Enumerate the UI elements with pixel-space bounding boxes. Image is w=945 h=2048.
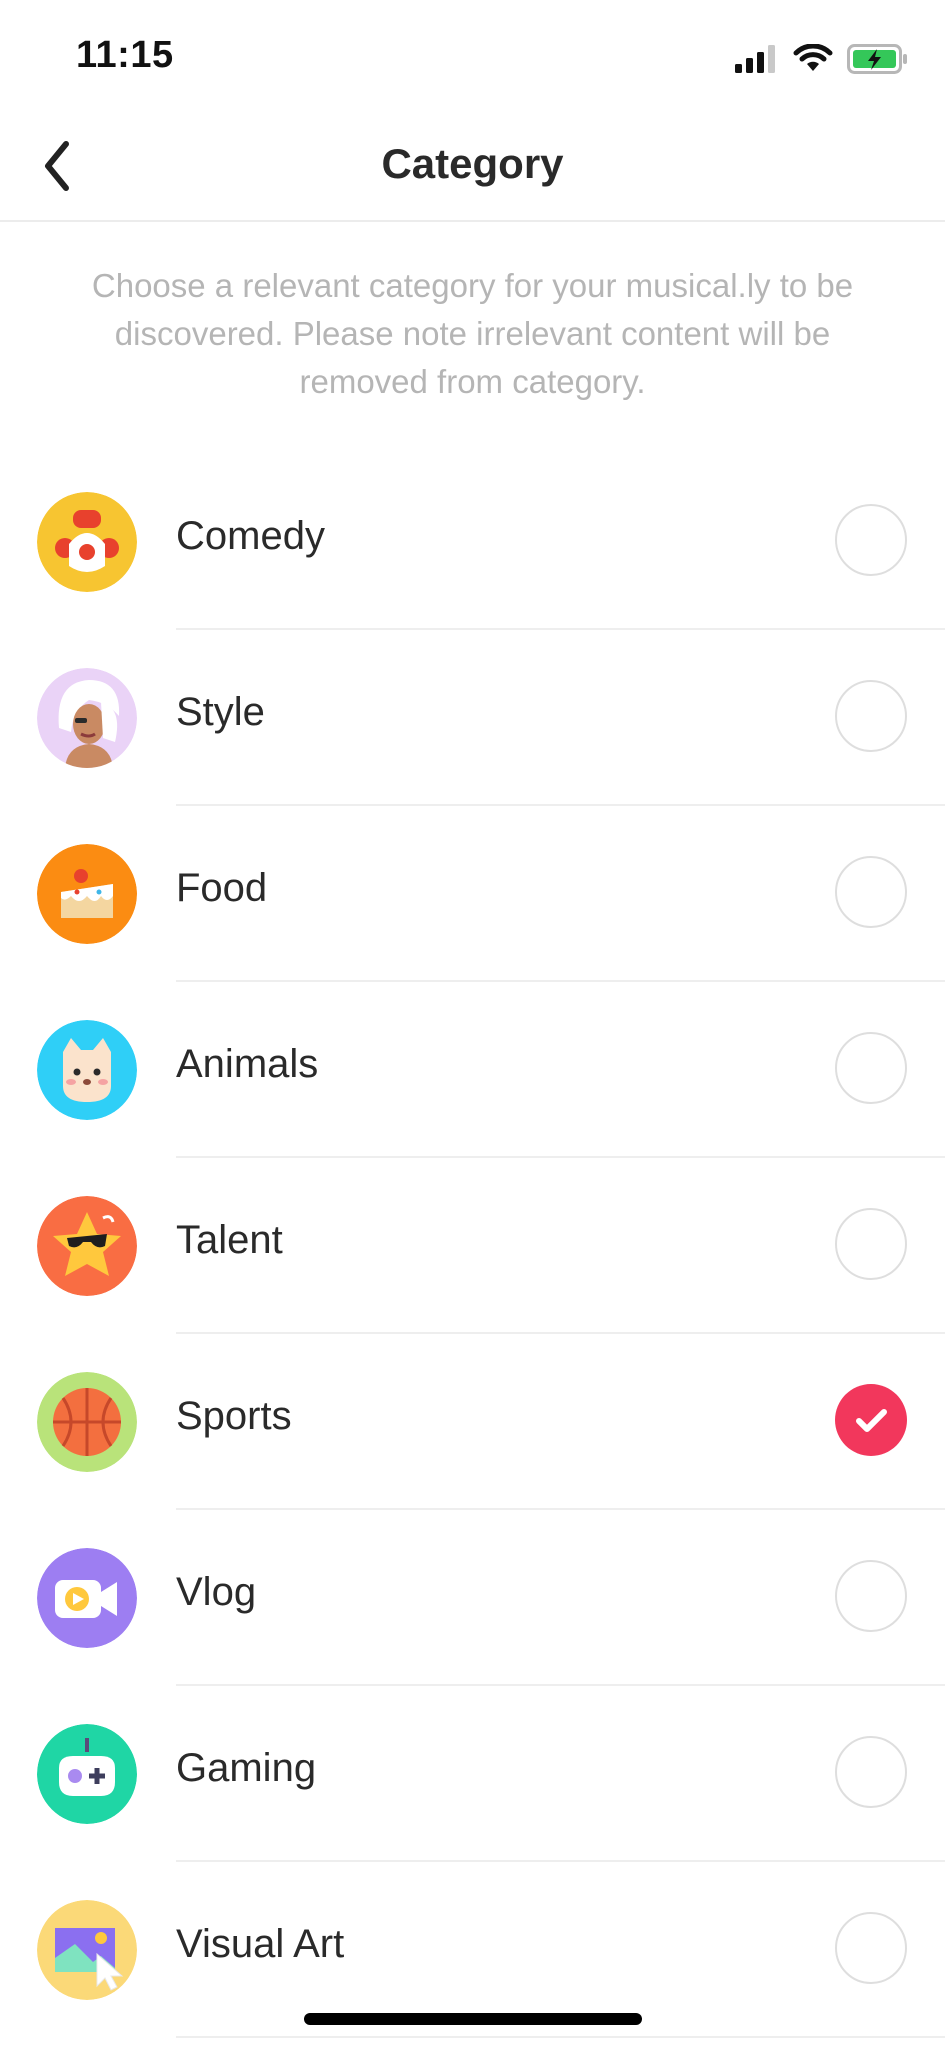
navigation-bar: Category xyxy=(0,110,945,222)
category-label: Sports xyxy=(176,1394,292,1438)
fashion-woman-icon xyxy=(37,668,137,768)
category-row-gaming[interactable]: Gaming xyxy=(0,1686,945,1862)
wifi-icon xyxy=(793,44,833,71)
category-label: Gaming xyxy=(176,1746,317,1790)
category-label: Talent xyxy=(176,1218,283,1262)
picture-cursor-icon xyxy=(37,1900,137,2000)
gamepad-icon xyxy=(37,1724,137,1824)
radio-button-selected[interactable] xyxy=(835,1384,907,1456)
radio-button[interactable] xyxy=(835,1912,907,1984)
video-camera-icon xyxy=(37,1548,137,1648)
status-time: 11:15 xyxy=(76,34,174,76)
radio-button[interactable] xyxy=(835,1208,907,1280)
category-label: Food xyxy=(176,866,268,910)
radio-button[interactable] xyxy=(835,1032,907,1104)
checkmark-icon xyxy=(856,1409,887,1432)
radio-button[interactable] xyxy=(835,680,907,752)
radio-button[interactable] xyxy=(835,1560,907,1632)
basketball-icon xyxy=(37,1372,137,1472)
category-description: Choose a relevant category for your musi… xyxy=(91,267,854,400)
category-label: Animals xyxy=(176,1042,319,1086)
category-row-food[interactable]: Food xyxy=(0,806,945,982)
cellular-signal-icon xyxy=(735,45,775,73)
cake-icon xyxy=(37,844,137,944)
row-divider xyxy=(176,2036,945,2038)
category-row-vlog[interactable]: Vlog xyxy=(0,1510,945,1686)
radio-button[interactable] xyxy=(835,1736,907,1808)
category-row-visual-art[interactable]: Visual Art xyxy=(0,1862,945,2038)
category-row-animals[interactable]: Animals xyxy=(0,982,945,1158)
radio-button[interactable] xyxy=(835,856,907,928)
home-indicator xyxy=(304,2013,642,2025)
category-label: Visual Art xyxy=(176,1922,345,1966)
category-row-talent[interactable]: Talent xyxy=(0,1158,945,1334)
category-list: Comedy Style Food Animals Talent Sports … xyxy=(0,454,945,2038)
category-label: Vlog xyxy=(176,1570,257,1614)
clown-icon xyxy=(37,492,137,592)
category-row-style[interactable]: Style xyxy=(0,630,945,806)
radio-button[interactable] xyxy=(835,504,907,576)
category-row-sports[interactable]: Sports xyxy=(0,1334,945,1510)
category-row-comedy[interactable]: Comedy xyxy=(0,454,945,630)
status-bar: 11:15 xyxy=(0,0,945,110)
status-icons xyxy=(735,42,909,76)
star-sunglasses-icon xyxy=(37,1196,137,1296)
battery-charging-icon xyxy=(847,44,907,74)
category-label: Style xyxy=(176,690,265,734)
page-title: Category xyxy=(381,140,564,187)
cat-icon xyxy=(37,1020,137,1120)
category-label: Comedy xyxy=(176,514,325,558)
